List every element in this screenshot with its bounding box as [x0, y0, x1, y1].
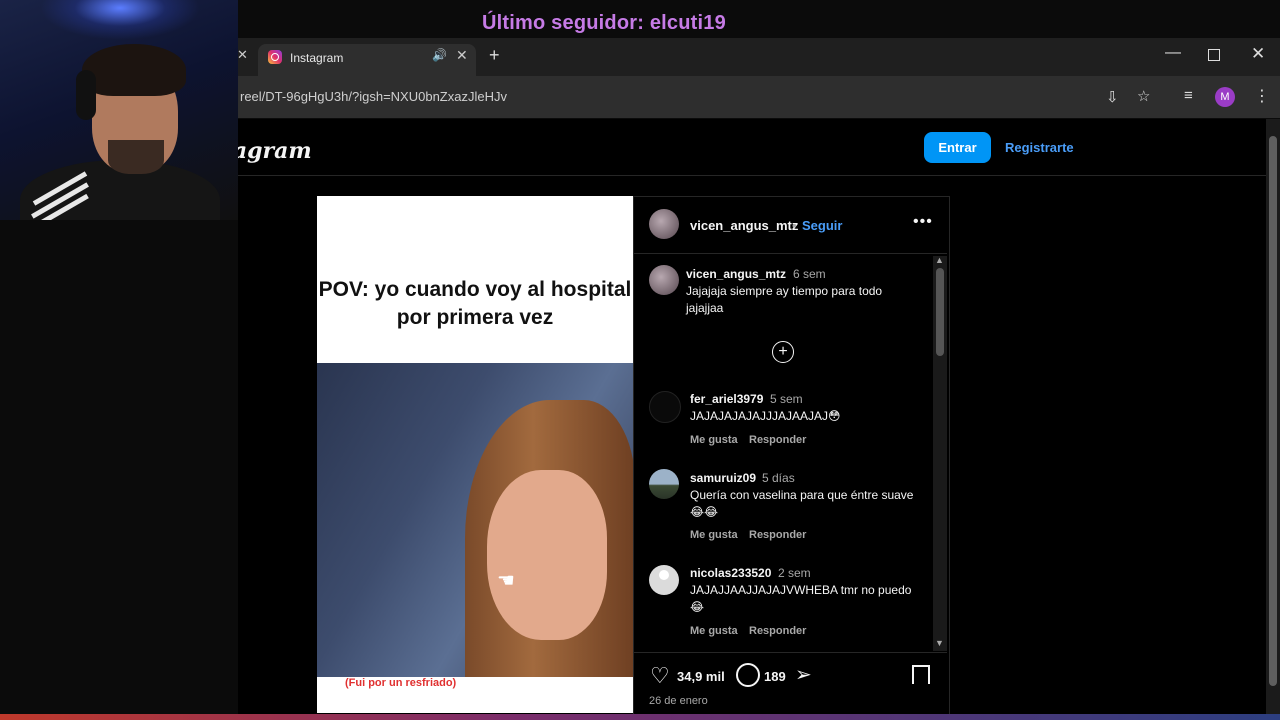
scroll-down-icon[interactable]: ▼	[935, 638, 944, 648]
close-icon[interactable]: ✕	[237, 47, 248, 63]
reel-caption-text: POV: yo cuando voy al hospital por prime…	[318, 278, 632, 329]
scroll-up-icon[interactable]: ▲	[935, 255, 944, 265]
comment-username[interactable]: samuruiz09	[690, 471, 756, 485]
overlay-follower-text: Último seguidor: elcuti19	[482, 12, 726, 34]
reel-person-face	[487, 470, 607, 640]
cursor-hand-icon: ☚	[497, 570, 515, 592]
reel-subtitle: (Fui por un resfriado)	[345, 677, 457, 689]
avatar[interactable]	[649, 209, 679, 239]
comment-text: JAJAJAJAJAJJJAJAAJAJ😳	[690, 409, 841, 423]
url-input[interactable]: reel/DT-96gHgU3h/?igsh=NXU0bnZxazJleHJv	[240, 89, 507, 104]
taskbar-strip	[0, 714, 1280, 720]
headset	[76, 70, 96, 120]
comment-text: JAJAJJAAJJAJAJVWHEBA tmr no puedo 😂	[690, 583, 912, 614]
tab-title: Instagram	[290, 51, 344, 65]
more-icon[interactable]: •••	[913, 213, 933, 231]
webcam-person-beard	[108, 140, 164, 174]
comment-text: Quería con vaselina para que éntre suave…	[690, 488, 914, 519]
separator-dot: •	[792, 218, 797, 233]
profile-avatar[interactable]: M	[1215, 87, 1235, 107]
comment-like-button[interactable]: Me gusta	[690, 434, 738, 446]
post-date: 26 de enero	[649, 695, 708, 707]
comments-scroll-thumb[interactable]	[936, 268, 944, 356]
like-count: 34,9 mil	[677, 669, 725, 684]
audio-icon[interactable]: 🔊	[432, 48, 447, 62]
panel-divider	[634, 253, 947, 254]
comment-icon[interactable]	[736, 663, 760, 687]
comment-like-button[interactable]: Me gusta	[690, 625, 738, 637]
avatar[interactable]	[649, 391, 681, 423]
comment-reply-button[interactable]: Responder	[749, 625, 806, 637]
post-author[interactable]: vicen_angus_mtz	[690, 218, 798, 233]
comment-reply-button[interactable]: Responder	[749, 529, 806, 541]
caption-timestamp: 6 sem	[793, 267, 826, 281]
close-icon[interactable]: ✕	[456, 47, 468, 64]
panel-divider	[634, 652, 947, 653]
webcam-background-light	[40, 0, 200, 40]
add-circle-icon[interactable]: +	[772, 341, 794, 363]
avatar[interactable]	[649, 265, 679, 295]
comment-timestamp: 5 sem	[770, 392, 803, 406]
instagram-favicon-icon	[268, 50, 282, 64]
comment-username[interactable]: fer_ariel3979	[690, 392, 763, 406]
maximize-icon[interactable]	[1208, 49, 1220, 61]
avatar[interactable]	[649, 469, 679, 499]
comment-count: 189	[764, 669, 786, 684]
comment-timestamp: 2 sem	[778, 566, 811, 580]
comment-like-button[interactable]: Me gusta	[690, 529, 738, 541]
signup-link[interactable]: Registrarte	[1005, 140, 1074, 155]
window-close-icon[interactable]: ✕	[1251, 44, 1265, 64]
heart-icon[interactable]: ♡	[650, 663, 670, 689]
comment-timestamp: 5 días	[762, 471, 795, 485]
comments-panel	[633, 196, 950, 715]
minimize-icon[interactable]: —	[1165, 44, 1181, 62]
comment-username[interactable]: nicolas233520	[690, 566, 771, 580]
login-button[interactable]: Entrar	[924, 132, 991, 163]
instagram-logo[interactable]: Instagram	[238, 138, 312, 164]
avatar[interactable]	[649, 565, 679, 595]
webcam-feed	[0, 0, 238, 220]
page-scroll-thumb[interactable]	[1269, 136, 1277, 686]
share-icon[interactable]: ➢	[795, 662, 812, 687]
kebab-icon[interactable]: ⋮	[1254, 86, 1270, 106]
follow-button[interactable]: Seguir	[802, 218, 842, 233]
header-divider	[238, 175, 1266, 176]
caption-text: Jajajaja siempre ay tiempo para todo jaj…	[686, 284, 883, 315]
install-icon[interactable]: ⇩	[1106, 88, 1119, 106]
webcam-person-hair	[82, 44, 186, 96]
media-icon[interactable]: ≡	[1184, 87, 1193, 104]
star-icon[interactable]: ☆	[1137, 87, 1150, 105]
comment-reply-button[interactable]: Responder	[749, 434, 806, 446]
new-tab-plus-icon[interactable]: +	[489, 45, 500, 66]
caption-username[interactable]: vicen_angus_mtz	[686, 267, 786, 281]
bookmark-icon[interactable]	[912, 665, 930, 684]
